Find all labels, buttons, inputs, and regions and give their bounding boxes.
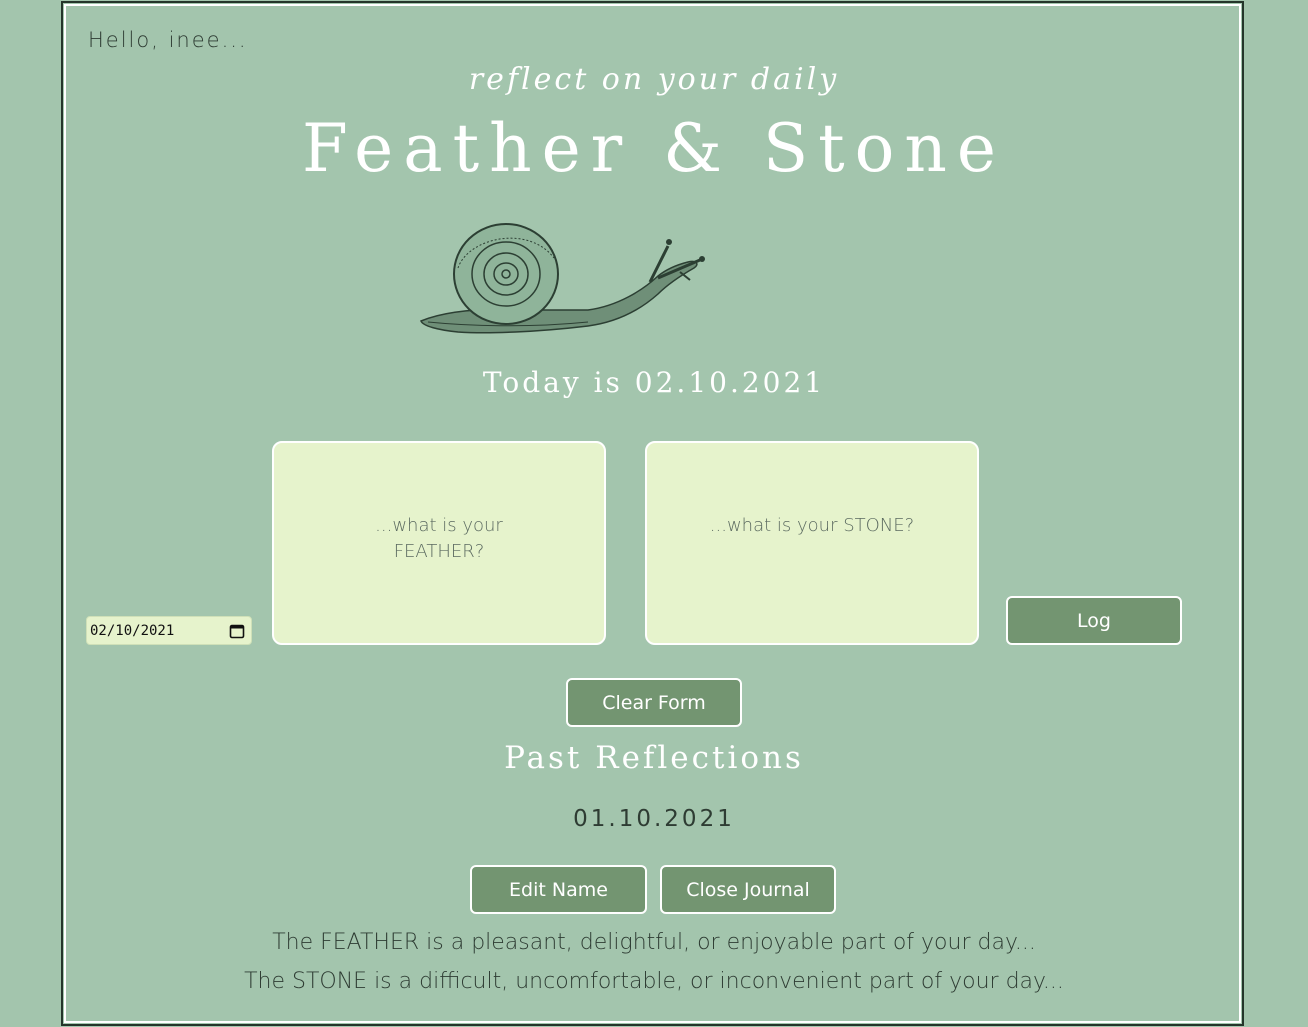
close-journal-button[interactable]: Close Journal [660, 865, 836, 914]
app-subtitle: reflect on your daily [468, 62, 840, 97]
feather-textarea[interactable]: ...what is your FEATHER? [272, 441, 606, 645]
past-entry-date[interactable]: 01.10.2021 [0, 806, 1308, 832]
stone-textarea[interactable]: ...what is your STONE? [645, 441, 979, 645]
clear-form-button[interactable]: Clear Form [566, 678, 742, 727]
date-picker[interactable]: 02/10/2021 [86, 616, 252, 645]
date-value: 02/10/2021 [90, 622, 175, 639]
today-date: Today is 02.10.2021 [482, 366, 826, 399]
feather-placeholder: ...what is your FEATHER? [375, 515, 503, 562]
snail-illustration [420, 223, 705, 334]
stone-explanation: The STONE is a difficult, uncomfortable,… [244, 969, 1064, 994]
app-title: Feather & Stone [302, 110, 1006, 187]
log-button[interactable]: Log [1006, 596, 1182, 645]
feather-explanation: The FEATHER is a pleasant, delightful, o… [272, 930, 1036, 955]
user-greeting: Hello, inee... [88, 28, 248, 52]
stone-placeholder: ...what is your STONE? [709, 515, 915, 536]
past-reflections-heading: Past Reflections [504, 740, 804, 776]
edit-name-button[interactable]: Edit Name [470, 865, 647, 914]
calendar-icon[interactable] [229, 623, 245, 639]
